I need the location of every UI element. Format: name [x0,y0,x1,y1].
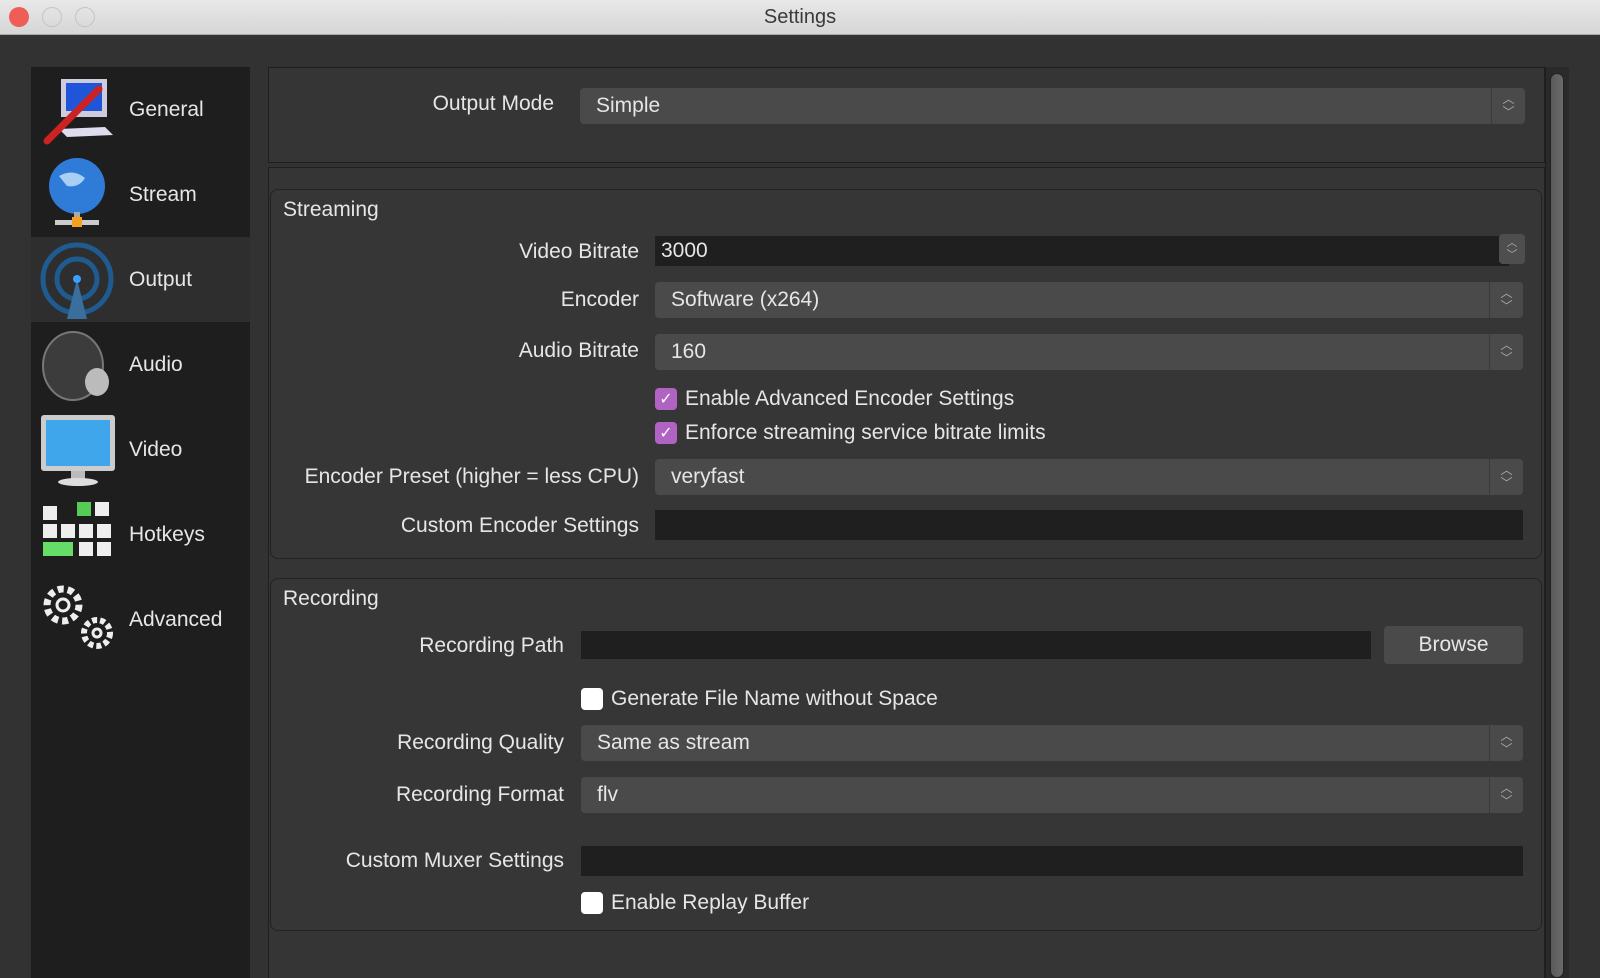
gears-icon [43,585,113,649]
close-button[interactable] [9,7,29,27]
no-space-filename-checkbox[interactable]: Generate File Name without Space [581,687,938,711]
sidebar-item-video[interactable]: Video [31,407,250,492]
sidebar-item-label: Video [129,437,183,461]
checkbox-label: Enable Replay Buffer [611,891,810,914]
sidebar-item-audio[interactable]: Audio [31,322,250,407]
sidebar-item-general[interactable]: General [31,67,250,152]
checkmark-icon: ✓ [655,388,677,410]
sidebar-item-label: Stream [129,182,197,206]
streaming-title: Streaming [283,198,379,221]
custom-muxer-input[interactable] [581,846,1523,876]
window-title: Settings [763,6,837,28]
checkbox-label: Generate File Name without Space [611,687,938,710]
encoder-value: Software (x264) [671,288,820,311]
custom-muxer-label: Custom Muxer Settings [345,849,564,872]
broadcast-icon [40,242,114,319]
video-bitrate-label: Video Bitrate [519,240,639,263]
scrollbar-track[interactable] [1545,67,1569,978]
video-bitrate-input[interactable]: 3000 [655,236,1509,266]
zoom-button[interactable] [75,7,95,27]
recording-format-value: flv [597,783,618,806]
general-icon [43,78,113,144]
sidebar-item-hotkeys[interactable]: Hotkeys [31,492,250,577]
scrollbar-thumb[interactable] [1550,73,1564,978]
globe-icon [49,157,105,227]
audio-bitrate-select[interactable]: 160 ︿ ﹀ [655,334,1523,370]
encoder-preset-select[interactable]: veryfast ︿ ﹀ [655,459,1523,495]
chevron-updown-icon: ︿ ﹀ [1489,334,1523,370]
audio-bitrate-label: Audio Bitrate [518,339,639,362]
replay-buffer-checkbox[interactable]: Enable Replay Buffer [581,891,809,915]
recording-quality-label: Recording Quality [397,731,564,754]
monitor-icon [41,414,115,486]
encoder-preset-value: veryfast [671,465,745,488]
checkmark-icon: ✓ [655,422,677,444]
recording-format-select[interactable]: flv ︿ ﹀ [581,777,1523,813]
output-mode-select[interactable]: Simple ︿ ﹀ [580,88,1525,124]
sidebar-item-label: Hotkeys [129,522,205,546]
recording-quality-select[interactable]: Same as stream ︿ ﹀ [581,725,1523,761]
output-mode-label: Output Mode [432,92,554,115]
checkbox-box [581,892,603,914]
recording-path-label: Recording Path [419,634,564,657]
title-bar: Settings [0,0,1600,35]
chevron-updown-icon: ︿ ﹀ [1489,725,1523,761]
keyboard-icon [43,501,111,556]
sidebar: General Stream Output Audio Video Hotkey… [31,67,250,978]
sidebar-item-label: Output [129,267,193,291]
custom-encoder-input[interactable] [655,510,1523,540]
encoder-preset-label: Encoder Preset (higher = less CPU) [304,465,639,488]
chevron-updown-icon: ︿ ﹀ [1489,777,1523,813]
sidebar-item-label: Audio [129,352,183,376]
speaker-icon [42,330,109,401]
sidebar-item-output[interactable]: Output [31,237,250,322]
recording-title: Recording [283,587,379,610]
checkbox-label: Enforce streaming service bitrate limits [685,421,1046,444]
browse-label: Browse [1418,633,1489,656]
sidebar-item-advanced[interactable]: Advanced [31,577,250,662]
sidebar-item-label: General [129,97,204,121]
recording-group: Recording Recording Path Browse Generate… [270,578,1542,931]
recording-path-input[interactable] [581,631,1371,659]
video-bitrate-stepper[interactable]: ︿ ﹀ [1499,234,1525,264]
chevron-updown-icon: ︿ ﹀ [1489,459,1523,495]
checkbox-box [581,688,603,710]
checkbox-label: Enable Advanced Encoder Settings [685,387,1015,410]
streaming-group: Streaming Video Bitrate 3000 ︿ ﹀ Encoder … [270,189,1542,559]
recording-format-label: Recording Format [395,783,564,806]
encoder-label: Encoder [560,288,639,311]
enable-advanced-encoder-checkbox[interactable]: ✓ Enable Advanced Encoder Settings [655,387,1014,411]
output-mode-section: Output Mode Simple ︿ ﹀ [268,67,1545,163]
audio-bitrate-value: 160 [671,340,707,363]
chevron-updown-icon: ︿ ﹀ [1491,88,1525,124]
browse-button[interactable]: Browse [1384,626,1523,664]
minimize-button[interactable] [42,7,62,27]
sidebar-item-label: Advanced [129,607,223,631]
recording-quality-value: Same as stream [597,731,750,754]
custom-encoder-label: Custom Encoder Settings [400,514,639,537]
chevron-updown-icon: ︿ ﹀ [1489,282,1523,318]
video-bitrate-value: 3000 [661,239,708,262]
sidebar-item-stream[interactable]: Stream [31,152,250,237]
enforce-bitrate-checkbox[interactable]: ✓ Enforce streaming service bitrate limit… [655,421,1046,445]
encoder-select[interactable]: Software (x264) ︿ ﹀ [655,282,1523,318]
output-mode-value: Simple [596,94,661,117]
